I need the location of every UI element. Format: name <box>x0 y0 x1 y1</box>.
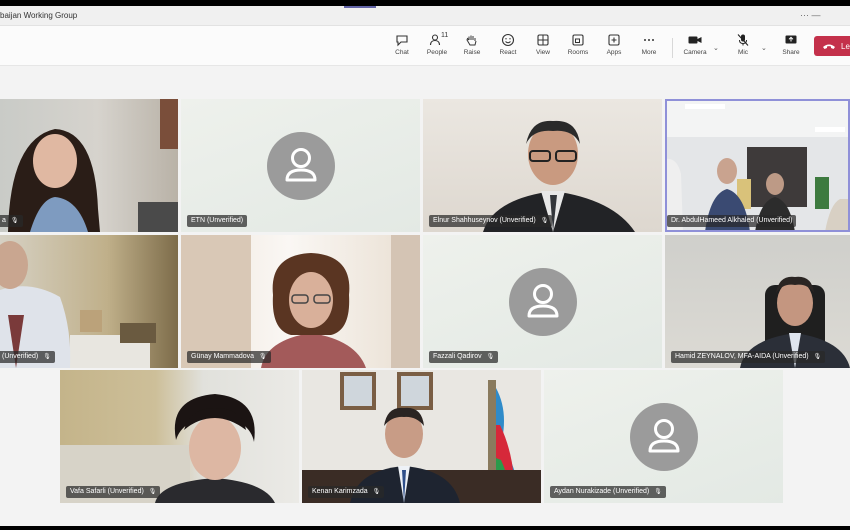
participant-tile[interactable]: Dr. AbdulHameed Alkhaled (Unverified) <box>665 99 850 232</box>
mic-icon: 🎙 <box>148 489 157 495</box>
grid-view-icon <box>525 31 561 49</box>
participant-video <box>181 235 420 368</box>
person-avatar-icon <box>267 132 335 200</box>
chat-icon <box>384 31 420 49</box>
participant-name-tag: (Unverified) 🎙 <box>0 351 55 363</box>
participant-tile[interactable]: Vafa Safarli (Unverified) 🎙 <box>60 370 299 503</box>
hand-icon <box>454 31 490 49</box>
apps-button[interactable]: Apps <box>596 31 632 63</box>
mic-icon: 🎙 <box>486 354 495 360</box>
leave-button[interactable]: Le <box>814 36 850 56</box>
camera-label: Camera <box>683 49 707 56</box>
camera-icon <box>677 31 713 49</box>
rooms-button[interactable]: Rooms <box>560 31 596 63</box>
people-button[interactable]: 11 People <box>419 31 455 63</box>
participant-name-tag: Kenan Karimzada 🎙 <box>308 486 385 498</box>
mic-button[interactable]: Mic <box>725 31 761 63</box>
participant-name-tag: Aydan Nurakizade (Unverified) 🎙 <box>550 486 666 498</box>
participant-tile[interactable]: Aydan Nurakizade (Unverified) 🎙 <box>544 370 783 503</box>
toolbar-divider <box>672 38 673 58</box>
mic-label: Mic <box>737 49 749 56</box>
meeting-window: baijan Working Group ··· — Chat 11 Peopl… <box>0 6 850 526</box>
share-label: Share <box>782 49 800 56</box>
title-accent-bar <box>344 6 376 8</box>
participant-name-tag: Dr. AbdulHameed Alkhaled (Unverified) <box>667 215 797 227</box>
participant-video <box>8 99 178 232</box>
raise-label: Raise <box>463 49 481 56</box>
person-avatar-icon <box>630 403 698 471</box>
camera-options-chevron-icon[interactable]: ⌄ <box>713 44 719 52</box>
more-dots-icon <box>631 31 667 49</box>
chat-button[interactable]: Chat <box>384 31 420 63</box>
window-title: baijan Working Group <box>0 11 78 20</box>
participant-name-tag: Elnur Shahhuseynov (Unverified) 🎙 <box>429 215 553 227</box>
react-label: React <box>499 49 517 56</box>
more-button[interactable]: More <box>631 31 667 63</box>
share-screen-icon <box>773 31 809 49</box>
rooms-icon <box>560 31 596 49</box>
participant-tile[interactable]: Hamid ZEYNALOV, MFA-AIDA (Unverified) 🎙 <box>665 235 850 368</box>
participant-tile[interactable]: Günay Mammadova 🎙 <box>181 235 420 368</box>
participant-name-tag: Günay Mammadova 🎙 <box>187 351 271 363</box>
participant-video <box>483 120 635 232</box>
meeting-toolbar: Chat 11 People Raise React View Rooms Ap… <box>0 26 850 66</box>
camera-button[interactable]: Camera <box>677 31 713 63</box>
people-icon <box>419 31 455 49</box>
mic-icon: 🎙 <box>654 489 662 495</box>
participant-tile[interactable]: Elnur Shahhuseynov (Unverified) 🎙 <box>423 99 662 232</box>
people-count: 11 <box>441 32 449 39</box>
mic-icon: 🎙 <box>10 218 19 224</box>
mic-muted-icon <box>725 31 761 49</box>
chat-label: Chat <box>395 49 409 56</box>
video-grid: a 🎙 ETN (Unverified) Elnur Shahhuseynov (… <box>0 67 850 526</box>
hang-up-icon <box>822 40 836 54</box>
participant-video <box>60 394 275 503</box>
leave-label: Le <box>841 42 850 51</box>
person-avatar-icon <box>509 268 577 336</box>
apps-label: Apps <box>606 49 622 56</box>
title-bar: baijan Working Group ··· — <box>0 6 850 26</box>
participant-name-tag: ETN (Unverified) <box>187 215 248 227</box>
view-label: View <box>536 49 550 56</box>
participant-name-tag: a 🎙 <box>0 215 23 227</box>
participant-video <box>740 276 850 368</box>
share-button[interactable]: Share <box>773 31 809 63</box>
react-button[interactable]: React <box>490 31 526 63</box>
mic-icon: 🎙 <box>259 354 267 360</box>
window-controls[interactable]: ··· — <box>800 10 821 20</box>
apps-plus-icon <box>596 31 632 49</box>
raise-hand-button[interactable]: Raise <box>454 31 490 63</box>
mic-icon: 🎙 <box>813 354 822 360</box>
view-button[interactable]: View <box>525 31 561 63</box>
mic-icon: 🎙 <box>372 489 381 495</box>
participant-name-tag: Vafa Safarli (Unverified) 🎙 <box>66 486 161 498</box>
participant-tile[interactable]: Kenan Karimzada 🎙 <box>302 370 541 503</box>
participant-name-tag: Hamid ZEYNALOV, MFA-AIDA (Unverified) 🎙 <box>671 351 826 363</box>
smiley-icon <box>490 31 526 49</box>
participant-video <box>665 99 850 232</box>
mic-icon: 🎙 <box>43 354 51 360</box>
participant-tile[interactable]: a 🎙 <box>0 99 178 232</box>
participant-tile[interactable]: (Unverified) 🎙 <box>0 235 178 368</box>
people-label: People <box>426 49 448 56</box>
participant-video <box>0 241 156 368</box>
participant-tile[interactable]: ETN (Unverified) <box>181 99 420 232</box>
participant-video <box>302 372 541 503</box>
participant-name-tag: Fazzali Qadirov 🎙 <box>429 351 499 363</box>
more-label: More <box>641 49 657 56</box>
mic-icon: 🎙 <box>540 218 549 224</box>
mic-options-chevron-icon[interactable]: ⌄ <box>761 44 767 52</box>
participant-tile[interactable]: Fazzali Qadirov 🎙 <box>423 235 662 368</box>
rooms-label: Rooms <box>567 49 589 56</box>
